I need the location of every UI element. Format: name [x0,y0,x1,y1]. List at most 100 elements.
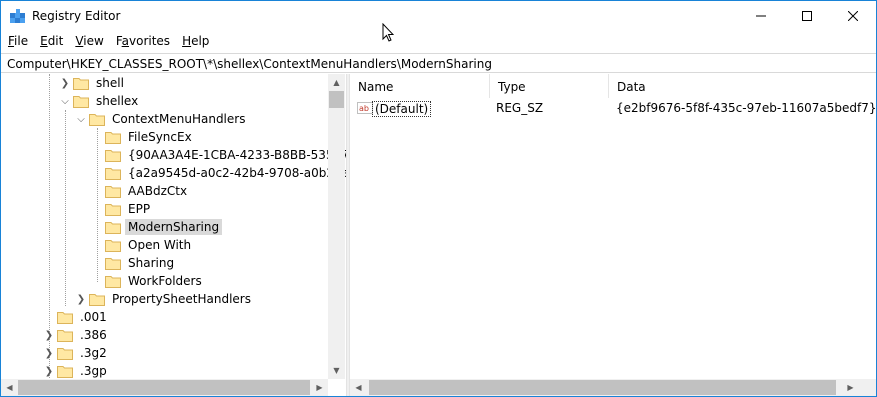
tree-item-propertysheethandlers[interactable]: ❯ PropertySheetHandlers [73,290,254,308]
menu-view-label: iew [83,34,104,48]
tree-item-root[interactable]: ❯ .386 [41,326,110,344]
tree-item-child[interactable]: {a2a9545d-a0c2-42b4-9708-a0b2badd7 [89,164,346,182]
tree-item-child[interactable]: WorkFolders [89,272,205,290]
folder-icon [105,239,121,252]
scroll-down-icon[interactable]: ▼ [328,362,345,379]
tree-item-root[interactable]: ❯ .3g2 [41,344,110,362]
tree-item-label: .001 [80,310,107,324]
tree-item-child[interactable]: Sharing [89,254,177,272]
menu-help[interactable]: Help [176,32,215,52]
folder-icon [73,77,89,90]
tree-item-label: Open With [128,238,192,252]
registry-editor-icon [10,9,26,25]
address-bar[interactable]: Computer\HKEY_CLASSES_ROOT\*\shellex\Con… [1,53,876,73]
menu-favorites-accesskey: a [121,34,129,48]
column-header-name[interactable]: Name [350,74,490,98]
chevron-down-icon[interactable]: ⌵ [57,92,73,110]
tree-item-label-selected: ModernSharing [125,219,223,235]
size-grip[interactable] [859,379,876,396]
close-button[interactable] [830,1,876,31]
scroll-right-icon[interactable]: ▶ [842,379,859,396]
title-bar[interactable]: Registry Editor [1,1,876,42]
key-tree[interactable]: ❯ shell ⌵ shellex ⌵ ContextMenuHandlers … [1,74,346,396]
tree-item-label: .3g2 [80,346,107,360]
tree-item-child[interactable]: AABdzCtx [89,182,190,200]
tree-item-root[interactable]: .001 [41,308,110,326]
tree-horizontal-scroll-thumb[interactable] [18,380,310,395]
menu-bar: File Edit View Favorites Help [1,32,876,52]
minimize-button[interactable] [738,1,784,31]
value-data: {e2bf9676-5f8f-435c-97eb-11607a5bedf7} [616,101,877,115]
menu-file-label: ile [14,34,29,48]
tree-item-label: .3gp [80,364,107,378]
maximize-icon [802,11,812,21]
folder-icon [57,329,73,342]
menu-view[interactable]: View [69,32,109,52]
string-value-icon: ab [357,100,373,116]
menu-edit-accesskey: E [40,34,48,48]
tree-item-label: Sharing [128,256,175,270]
chevron-down-icon[interactable]: ⌵ [73,110,89,128]
minimize-icon [756,15,766,17]
list-row[interactable]: ab (Default) REG_SZ {e2bf9676-5f8f-435c-… [350,98,876,118]
tree-vertical-scrollbar[interactable]: ▲ ▼ [328,74,345,379]
window-title: Registry Editor [32,9,121,23]
folder-icon [105,167,121,180]
folder-icon [105,203,121,216]
menu-favorites[interactable]: Favorites [110,32,176,52]
scroll-left-icon[interactable]: ◀ [350,379,367,396]
menu-edit[interactable]: Edit [34,32,69,52]
tree-item-child[interactable]: {90AA3A4E-1CBA-4233-B8BB-535773D4 [89,146,346,164]
list-horizontal-scrollbar[interactable]: ◀ ▶ [350,379,859,396]
column-header-type[interactable]: Type [490,74,609,98]
menu-edit-label: dit [47,34,64,48]
tree-item-label: PropertySheetHandlers [112,292,251,306]
svg-text:ab: ab [359,104,369,113]
value-type: REG_SZ [496,101,544,115]
tree-item-child[interactable]: FileSyncEx [89,128,195,146]
chevron-right-icon[interactable]: ❯ [73,290,89,308]
folder-icon [57,347,73,360]
tree-item-label: FileSyncEx [128,130,192,144]
tree-horizontal-scrollbar[interactable]: ◀ ▶ [1,379,328,396]
values-list[interactable]: Name Type Data ab (Default) REG_SZ {e2bf… [350,74,876,396]
list-horizontal-scroll-thumb[interactable] [369,380,836,395]
tree-item-modernsharing[interactable]: ModernSharing [89,218,223,236]
column-header-data[interactable]: Data [609,74,876,98]
tree-vertical-scroll-thumb[interactable] [329,91,344,108]
tree-item-label: ContextMenuHandlers [112,112,246,126]
tree-item-child[interactable]: Open With [89,236,194,254]
menu-favorites-label: vorites [129,34,171,48]
tree-item-label: {90AA3A4E-1CBA-4233-B8BB-535773D4 [128,148,346,162]
scroll-left-icon[interactable]: ◀ [1,379,18,396]
chevron-right-icon[interactable]: ❯ [41,326,57,344]
folder-icon [73,95,89,108]
menu-help-label: elp [191,34,210,48]
tree-item-label: EPP [128,202,151,216]
chevron-right-icon[interactable]: ❯ [41,344,57,362]
tree-item-label: shell [96,76,124,90]
value-name: (Default) [372,101,432,117]
folder-icon [105,131,121,144]
scroll-right-icon[interactable]: ▶ [311,379,328,396]
list-header: Name Type Data [350,74,876,98]
chevron-right-icon[interactable]: ❯ [57,74,73,92]
chevron-right-icon[interactable]: ❯ [41,362,57,380]
folder-icon [105,185,121,198]
maximize-button[interactable] [784,1,830,31]
tree-item-child[interactable]: EPP [89,200,153,218]
tree-item-shell[interactable]: ❯ shell [57,74,127,92]
tree-item-root[interactable]: ❯ .3gp [41,362,110,380]
menu-file[interactable]: File [1,32,34,52]
tree-item-contextmenuhandlers[interactable]: ⌵ ContextMenuHandlers [73,110,248,128]
tree-item-shellex[interactable]: ⌵ shellex [57,92,141,110]
scroll-up-icon[interactable]: ▲ [328,74,345,91]
